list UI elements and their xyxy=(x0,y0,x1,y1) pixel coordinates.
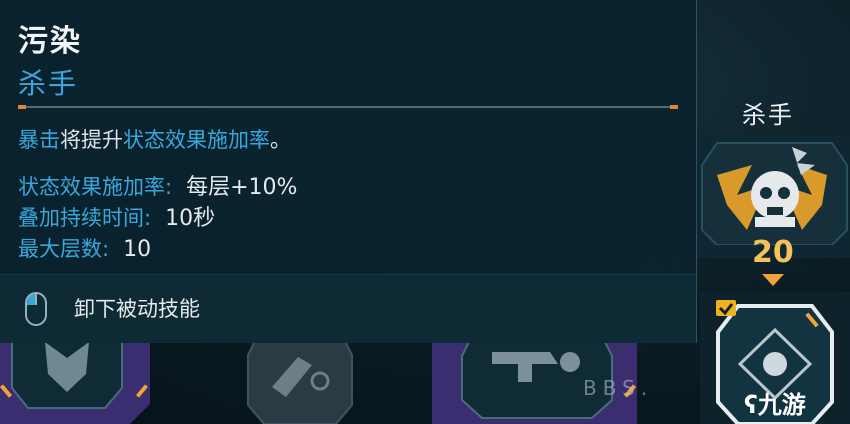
skill-slot-2[interactable] xyxy=(240,335,360,424)
desc-keyword-crit: 暴击 xyxy=(18,128,60,152)
desc-end: 。 xyxy=(270,128,291,152)
stat-label: 叠加持续时间: xyxy=(18,206,152,230)
desc-text: 将提升 xyxy=(60,128,123,152)
stat-row: 状态效果施加率: 每层+10% xyxy=(18,172,297,203)
tooltip-description: 暴击将提升状态效果施加率。 xyxy=(18,124,291,154)
stat-value: 10秒 xyxy=(165,206,216,231)
skill-slot-1[interactable] xyxy=(0,330,160,424)
level-indicator-icon xyxy=(762,274,784,286)
stat-value: 每层+10% xyxy=(186,175,298,200)
unequip-passive-action[interactable]: 卸下被动技能 xyxy=(74,293,200,323)
desc-keyword-status: 状态效果施加率 xyxy=(123,128,270,152)
tooltip-divider xyxy=(18,105,678,109)
stat-value: 10 xyxy=(123,237,152,262)
stat-row: 最大层数: 10 xyxy=(18,234,297,265)
stat-row: 叠加持续时间: 10秒 xyxy=(18,203,297,234)
tooltip-subtitle: 杀手 xyxy=(18,67,79,100)
tooltip-footer[interactable]: 卸下被动技能 xyxy=(0,274,696,343)
killer-skill-emblem[interactable] xyxy=(697,135,850,245)
watermark-bbs: BBS. xyxy=(583,376,654,400)
tooltip-stats: 状态效果施加率: 每层+10% 叠加持续时间: 10秒 最大层数: 10 xyxy=(18,172,297,265)
stat-label: 状态效果施加率: xyxy=(18,175,173,199)
game-scene: 20 杀手 🐾N BBS. ʕ九游 污染 杀手 暴击将提升状态效果施加率。 xyxy=(0,0,850,424)
watermark-site: ʕ九游 xyxy=(744,391,806,419)
right-panel-title: 杀手 xyxy=(742,101,794,129)
watermark-site-icon: ʕ xyxy=(744,391,758,419)
skill-tooltip: 污染 杀手 暴击将提升状态效果施加率。 状态效果施加率: 每层+10% 叠加持续时… xyxy=(0,0,697,343)
skill-level: 20 xyxy=(752,235,794,270)
mouse-click-icon xyxy=(24,291,48,331)
stat-label: 最大层数: xyxy=(18,237,110,261)
tooltip-title: 污染 xyxy=(18,24,82,59)
